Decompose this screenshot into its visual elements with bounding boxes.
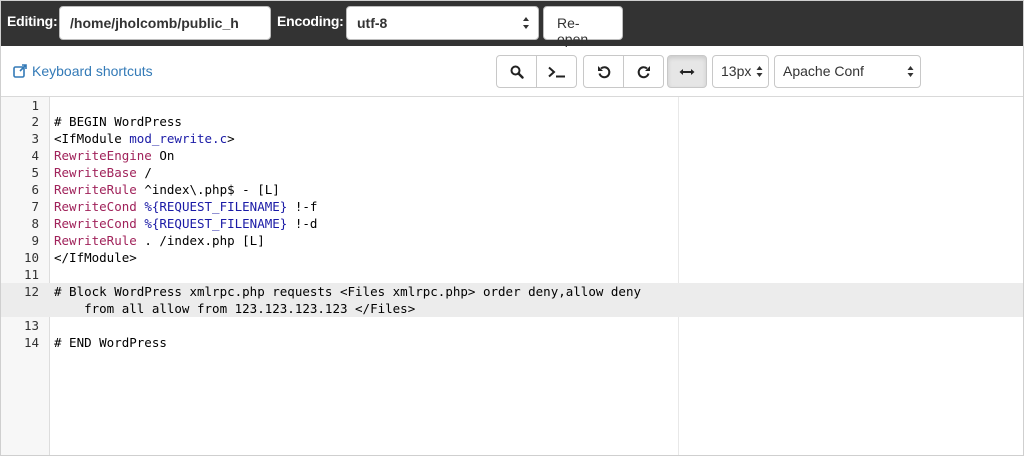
- code-token: <IfModule: [54, 131, 130, 146]
- mode-value: Apache Conf: [783, 63, 864, 79]
- line-number: 10: [23, 250, 39, 265]
- editing-label: Editing:: [7, 13, 58, 29]
- redo-icon: [637, 65, 650, 78]
- code-text: RewriteEngine On: [54, 147, 174, 164]
- code-token: !-d: [287, 216, 318, 231]
- search-icon: [510, 65, 524, 79]
- code-token: RewriteCond: [54, 216, 137, 231]
- line-number: 7: [31, 199, 39, 214]
- reopen-button[interactable]: Re-open: [543, 6, 623, 47]
- line-number: 11: [23, 267, 39, 282]
- code-line[interactable]: 4 RewriteEngine On: [1, 147, 1023, 164]
- line-number: 12: [23, 284, 39, 299]
- reopen-label: Re-open: [557, 15, 589, 47]
- keyboard-shortcuts-link[interactable]: Keyboard shortcuts: [13, 63, 153, 79]
- line-number: 5: [31, 165, 39, 180]
- code-token: ^index\.php$ - [L]: [136, 182, 280, 197]
- code-token: . /index.php [L]: [136, 233, 265, 248]
- encoding-label: Encoding:: [277, 13, 344, 29]
- code-text: from all allow from 123.123.123.123 </Fi…: [54, 301, 416, 316]
- code-editor[interactable]: 1 2 # BEGIN WordPress 3 <IfModule mod_re…: [1, 97, 1023, 455]
- select-arrows-icon: [756, 66, 763, 77]
- encoding-select[interactable]: utf-8: [346, 6, 539, 40]
- mode-select[interactable]: Apache Conf: [774, 55, 921, 88]
- code-token: RewriteEngine: [54, 148, 152, 163]
- code-text: RewriteRule . /index.php [L]: [54, 232, 265, 249]
- line-number: 1: [31, 98, 39, 113]
- code-text: # BEGIN WordPress: [54, 114, 182, 129]
- font-size-value: 13px: [721, 63, 752, 79]
- file-editor-window: Editing: /home/jholcomb/public_h Encodin…: [0, 0, 1024, 456]
- line-number: 6: [31, 182, 39, 197]
- code-token: On: [151, 148, 175, 163]
- line-number: 4: [31, 148, 39, 163]
- font-size-select[interactable]: 13px: [712, 55, 769, 88]
- undo-icon: [597, 65, 610, 78]
- code-token: !-f: [287, 199, 318, 214]
- code-text: # Block WordPress xmlrpc.php requests <F…: [54, 284, 641, 299]
- code-line[interactable]: 10 </IfModule>: [1, 249, 1023, 266]
- code-line[interactable]: 9 RewriteRule . /index.php [L]: [1, 232, 1023, 249]
- wrap-toggle-icon: [679, 68, 695, 75]
- code-line[interactable]: 13: [1, 317, 1023, 334]
- encoding-value: utf-8: [357, 15, 388, 31]
- editor-header-bar: Editing: /home/jholcomb/public_h Encodin…: [1, 1, 1023, 47]
- code-token: >: [227, 131, 235, 146]
- code-token: mod_rewrite.c: [129, 131, 228, 146]
- line-number: 2: [31, 114, 39, 129]
- line-number: 3: [31, 131, 39, 146]
- external-link-icon: [13, 64, 27, 78]
- search-button[interactable]: [496, 55, 537, 88]
- code-token: RewriteRule: [54, 233, 137, 248]
- code-token: RewriteBase: [54, 165, 137, 180]
- code-text: RewriteRule ^index\.php$ - [L]: [54, 181, 280, 198]
- terminal-icon: [547, 66, 565, 77]
- line-number: 8: [31, 216, 39, 231]
- keyboard-shortcuts-label: Keyboard shortcuts: [32, 63, 153, 79]
- code-line[interactable]: 1: [1, 97, 1023, 114]
- select-arrows-icon: [523, 17, 529, 29]
- code-line[interactable]: 6 RewriteRule ^index\.php$ - [L]: [1, 181, 1023, 198]
- file-path-field[interactable]: /home/jholcomb/public_h: [59, 6, 271, 40]
- code-text: RewriteCond %{REQUEST_FILENAME} !-d: [54, 215, 317, 232]
- line-number: 14: [23, 335, 39, 350]
- code-line[interactable]: 2 # BEGIN WordPress: [1, 113, 1023, 130]
- file-path-value: /home/jholcomb/public_h: [70, 15, 239, 31]
- line-number: 13: [23, 318, 39, 333]
- code-text: RewriteBase /: [54, 164, 152, 181]
- code-text: RewriteCond %{REQUEST_FILENAME} !-f: [54, 198, 317, 215]
- undo-button[interactable]: [583, 55, 624, 88]
- code-text: # END WordPress: [54, 335, 167, 350]
- code-line[interactable]: 5 RewriteBase /: [1, 164, 1023, 181]
- code-token: RewriteRule: [54, 182, 137, 197]
- code-line[interactable]: 11: [1, 266, 1023, 283]
- code-line-wrapped[interactable]: from all allow from 123.123.123.123 </Fi…: [1, 300, 1023, 317]
- code-token: %{REQUEST_FILENAME}: [136, 216, 288, 231]
- redo-button[interactable]: [623, 55, 664, 88]
- goto-line-button[interactable]: [536, 55, 577, 88]
- code-token: /: [136, 165, 152, 180]
- editor-toolbar: Keyboard shortcuts 13px Apache Conf: [1, 46, 1023, 97]
- line-number: 9: [31, 233, 39, 248]
- code-line[interactable]: 8 RewriteCond %{REQUEST_FILENAME} !-d: [1, 215, 1023, 232]
- code-text: </IfModule>: [54, 250, 137, 265]
- word-wrap-toggle[interactable]: [667, 55, 707, 88]
- code-token: %{REQUEST_FILENAME}: [136, 199, 288, 214]
- code-line[interactable]: 7 RewriteCond %{REQUEST_FILENAME} !-f: [1, 198, 1023, 215]
- code-text: <IfModule mod_rewrite.c>: [54, 130, 235, 147]
- code-line[interactable]: 14 # END WordPress: [1, 334, 1023, 351]
- select-arrows-icon: [907, 66, 914, 77]
- code-token: RewriteCond: [54, 199, 137, 214]
- code-line[interactable]: 3 <IfModule mod_rewrite.c>: [1, 130, 1023, 147]
- code-line-active[interactable]: 12 # Block WordPress xmlrpc.php requests…: [1, 283, 1023, 300]
